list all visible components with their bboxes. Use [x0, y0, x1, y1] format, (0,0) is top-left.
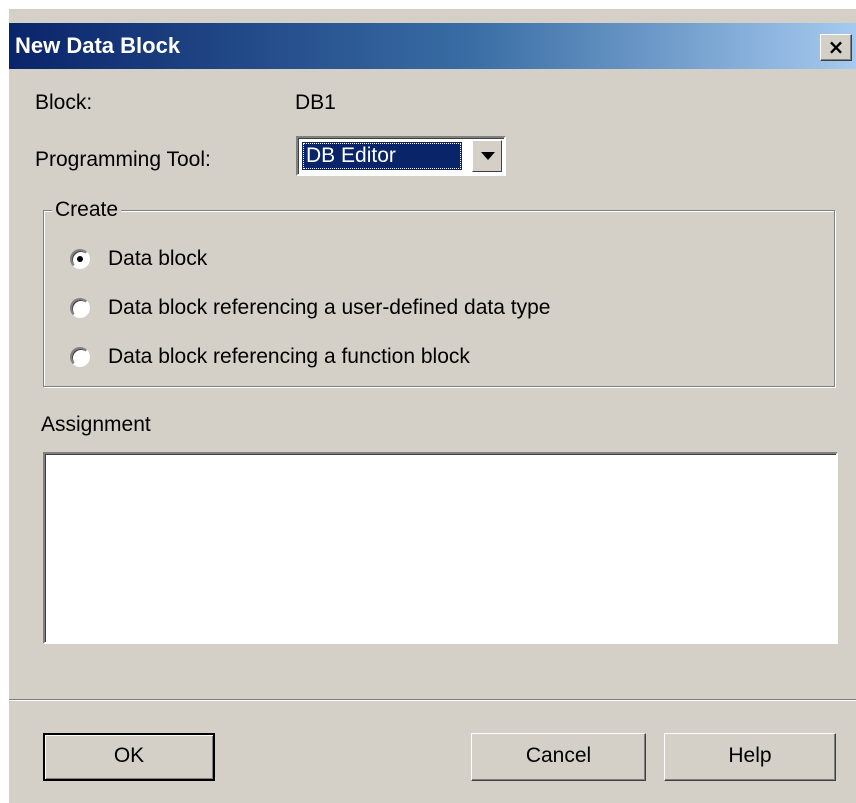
programming-tool-label: Programming Tool:	[35, 148, 211, 171]
cancel-button[interactable]: Cancel	[471, 733, 646, 781]
dialog-title: New Data Block	[15, 33, 181, 58]
radio-button[interactable]	[70, 347, 90, 367]
help-button[interactable]: Help	[664, 733, 836, 781]
radio-option-function-block[interactable]: Data block referencing a function block	[70, 342, 470, 372]
radio-option-data-block[interactable]: Data block	[70, 244, 207, 274]
radio-label: Data block referencing a user-defined da…	[108, 296, 551, 319]
assignment-label: Assignment	[41, 413, 151, 436]
radio-button[interactable]	[70, 298, 90, 318]
radio-button-checked[interactable]	[70, 249, 90, 269]
radio-label: Data block referencing a function block	[108, 345, 470, 368]
block-label: Block:	[35, 91, 93, 114]
dropdown-arrow-icon[interactable]	[472, 140, 502, 172]
new-data-block-dialog: New Data Block × Block: DB1 Programming …	[8, 8, 856, 803]
block-value: DB1	[295, 91, 336, 114]
radio-option-user-defined-type[interactable]: Data block referencing a user-defined da…	[70, 293, 550, 323]
create-groupbox: Create Data block Data block referencing…	[43, 197, 835, 387]
radio-label: Data block	[108, 247, 208, 270]
title-bar: New Data Block ×	[9, 23, 856, 69]
programming-tool-select[interactable]: DB Editor	[296, 136, 506, 176]
button-separator	[9, 699, 856, 701]
ok-button[interactable]: OK	[43, 733, 215, 781]
programming-tool-value: DB Editor	[302, 142, 462, 170]
close-icon: ×	[827, 35, 845, 59]
assignment-textbox[interactable]	[43, 452, 838, 644]
close-button[interactable]: ×	[820, 34, 852, 61]
create-legend: Create	[52, 197, 122, 223]
